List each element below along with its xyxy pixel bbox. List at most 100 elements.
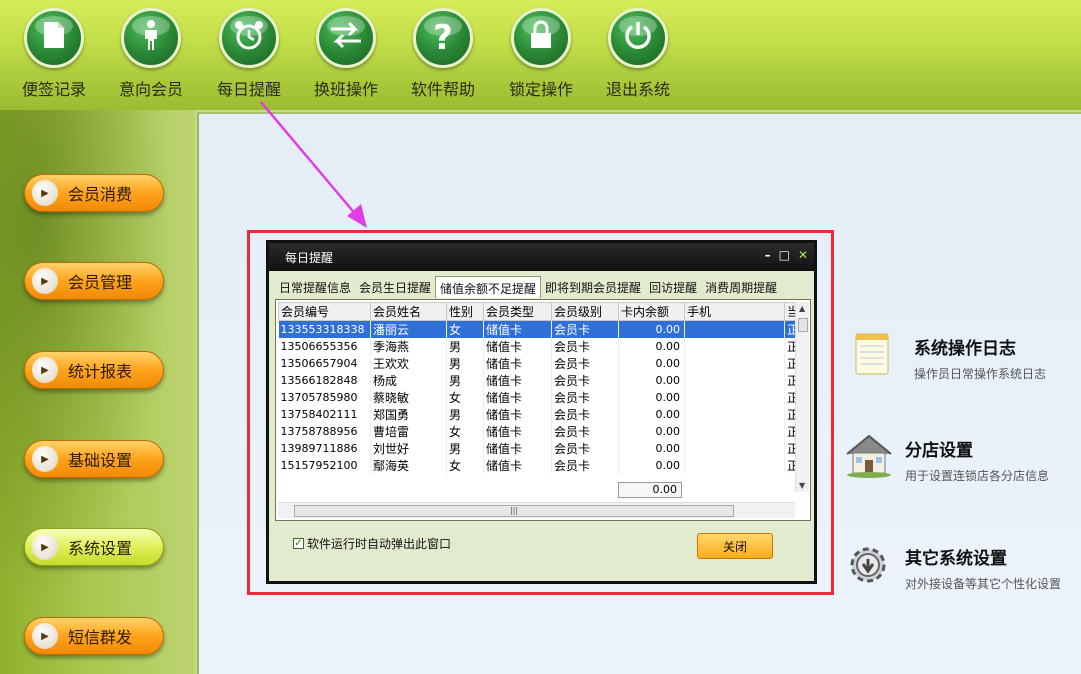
tab-consumption-cycle[interactable]: 消费周期提醒 xyxy=(701,276,781,298)
column-header[interactable]: 性别 xyxy=(446,302,484,321)
scroll-up-icon[interactable]: ▲ xyxy=(799,304,805,313)
table-row[interactable]: 13989711886 刘世好男储值卡 会员卡 0.00 正 xyxy=(278,440,801,457)
scroll-thumb[interactable] xyxy=(798,318,808,332)
entry-title: 分店设置 xyxy=(905,441,973,461)
table-cell: 储值卡 xyxy=(483,372,552,389)
table-cell xyxy=(684,320,785,338)
top-toolbar: 便签记录 意向会员 每日提醒 换班操作 ? 软件帮助 锁定操作 退出系统 xyxy=(0,0,1081,110)
table-cell: 男 xyxy=(446,355,484,372)
toolbar-label: 意向会员 xyxy=(118,80,183,99)
column-header[interactable]: 会员类型 xyxy=(483,302,552,321)
table-cell: 0.00 xyxy=(618,389,685,406)
maximize-icon[interactable]: □ xyxy=(779,248,790,262)
table-row[interactable]: 13355331833​8 潘丽云女储值卡 会员卡 0.00 正 xyxy=(278,320,801,338)
scroll-down-icon[interactable]: ▼ xyxy=(799,481,805,490)
toolbar-shift-change-button[interactable]: 换班操作 xyxy=(306,8,386,100)
table-row[interactable]: 15157952100 鄢海英女储值卡 会员卡 0.00 正 xyxy=(278,457,801,474)
toolbar-daily-reminder-button[interactable]: 每日提醒 xyxy=(209,8,289,100)
table-cell: 储值卡 xyxy=(483,355,552,372)
table-row[interactable]: 13506657904 王欢欢男储值卡 会员卡 0.00 正 xyxy=(278,355,801,372)
table-cell: 蔡晓敏 xyxy=(370,389,447,406)
column-header[interactable]: 会员编号 xyxy=(278,302,371,321)
table-cell: 刘世好 xyxy=(370,440,447,457)
close-icon[interactable]: ✕ xyxy=(798,248,808,262)
sidebar-item-label: 统计报表 xyxy=(68,362,133,381)
sidebar-item-label: 基础设置 xyxy=(68,451,133,470)
horizontal-scrollbar[interactable]: ||| xyxy=(278,502,795,518)
table-cell: 13566182848 xyxy=(278,372,371,389)
sidebar-item-member-consumption[interactable]: ▶ 会员消费 xyxy=(24,174,164,212)
table-cell: 女 xyxy=(446,389,484,406)
table-cell xyxy=(684,406,785,423)
tab-low-balance[interactable]: 储值余额不足提醒 xyxy=(435,276,542,298)
sidebar-item-label: 会员消费 xyxy=(68,185,133,204)
table-cell: 13758788956 xyxy=(278,423,371,440)
alarm-clock-icon xyxy=(233,19,265,57)
table-cell: 男 xyxy=(446,372,484,389)
table-cell: 储值卡 xyxy=(483,440,552,457)
toolbar-help-button[interactable]: ? 软件帮助 xyxy=(403,8,483,100)
table-cell: 曹培雷 xyxy=(370,423,447,440)
table-cell: 季海燕 xyxy=(370,338,447,355)
sidebar-item-label: 短信群发 xyxy=(68,628,133,647)
tab-birthday[interactable]: 会员生日提醒 xyxy=(355,276,435,298)
branch-settings-entry[interactable]: 分店设置 用于设置连锁店各分店信息 xyxy=(843,432,1049,484)
sidebar-item-member-management[interactable]: ▶ 会员管理 xyxy=(24,262,164,300)
sidebar-item-basic-settings[interactable]: ▶ 基础设置 xyxy=(24,440,164,478)
table-cell: 会员卡 xyxy=(551,457,619,474)
other-settings-entry[interactable]: 其它系统设置 对外接设备等其它个性化设置 xyxy=(843,540,1061,592)
column-header[interactable]: 会员姓名 xyxy=(370,302,447,321)
table-cell: 0.00 xyxy=(618,423,685,440)
tab-expiring[interactable]: 即将到期会员提醒 xyxy=(541,276,645,298)
checkmark-icon[interactable]: ✓ xyxy=(293,538,304,549)
table-row[interactable]: 13758402111 郑国勇男储值卡 会员卡 0.00 正 xyxy=(278,406,801,423)
pointer-arrow xyxy=(260,101,367,228)
entry-desc: 操作员日常操作系统日志 xyxy=(914,367,1047,381)
vertical-scrollbar[interactable]: ▲ ▼ xyxy=(795,302,809,492)
toolbar-label: 便签记录 xyxy=(21,80,86,99)
play-icon: ▶ xyxy=(32,446,58,472)
column-header[interactable]: 卡内余额 xyxy=(618,302,685,321)
close-button[interactable]: 关闭 xyxy=(697,533,773,559)
table-row[interactable]: 13506655356 季海燕男储值卡 会员卡 0.00 正 xyxy=(278,338,801,355)
table-row[interactable]: 13758788956 曹培雷女储值卡 会员卡 0.00 正 xyxy=(278,423,801,440)
table-cell xyxy=(684,440,785,457)
gear-icon xyxy=(843,540,895,592)
table-cell: 女 xyxy=(446,457,484,474)
tab-revisit[interactable]: 回访提醒 xyxy=(645,276,701,298)
table-cell: 会员卡 xyxy=(551,423,619,440)
table-cell xyxy=(684,389,785,406)
table-row[interactable]: 13705785980 蔡晓敏女储值卡 会员卡 0.00 正 xyxy=(278,389,801,406)
toolbar-notes-button[interactable]: 便签记录 xyxy=(14,8,94,100)
minimize-icon[interactable]: – xyxy=(765,248,771,262)
table-cell: 会员卡 xyxy=(551,389,619,406)
left-sidebar: ▶ 会员消费 ▶ 会员管理 ▶ 统计报表 ▶ 基础设置 ▶ 系统设置 ▶ 短信群… xyxy=(0,110,195,674)
toolbar-prospect-members-button[interactable]: 意向会员 xyxy=(111,8,191,100)
table-cell xyxy=(684,338,785,355)
table-cell: 储值卡 xyxy=(483,389,552,406)
lock-icon xyxy=(529,20,553,56)
play-icon: ▶ xyxy=(32,534,58,560)
table-cell: 13506655356 xyxy=(278,338,371,355)
sidebar-item-sms[interactable]: ▶ 短信群发 xyxy=(24,617,164,655)
toolbar-exit-button[interactable]: 退出系统 xyxy=(598,8,678,100)
table-cell: 0.00 xyxy=(618,372,685,389)
table-cell: 储值卡 xyxy=(483,320,552,338)
scroll-thumb[interactable]: ||| xyxy=(294,505,734,517)
checkbox-label: 软件运行时自动弹出此窗口 xyxy=(307,537,452,551)
column-header[interactable]: 会员级别 xyxy=(551,302,619,321)
table-row[interactable]: 13566182848 杨成男储值卡 会员卡 0.00 正 xyxy=(278,372,801,389)
daily-reminder-dialog: 每日提醒 – □ ✕ 日常提醒信息 会员生日提醒 储值余额不足提醒 即将到期会员… xyxy=(266,240,817,584)
column-header[interactable]: 手机 xyxy=(684,302,785,321)
play-icon: ▶ xyxy=(32,180,58,206)
sidebar-item-statistics[interactable]: ▶ 统计报表 xyxy=(24,351,164,389)
sidebar-item-label: 系统设置 xyxy=(68,539,133,558)
auto-popup-checkbox[interactable]: ✓ 软件运行时自动弹出此窗口 xyxy=(293,535,451,552)
system-log-entry[interactable]: 系统操作日志 操作员日常操作系统日志 xyxy=(852,330,1046,382)
sidebar-item-system-settings[interactable]: ▶ 系统设置 xyxy=(24,528,164,566)
tab-daily-info[interactable]: 日常提醒信息 xyxy=(275,276,355,298)
toolbar-lock-button[interactable]: 锁定操作 xyxy=(501,8,581,100)
table-cell xyxy=(684,372,785,389)
table-cell: 0.00 xyxy=(618,406,685,423)
table-cell: 会员卡 xyxy=(551,320,619,338)
